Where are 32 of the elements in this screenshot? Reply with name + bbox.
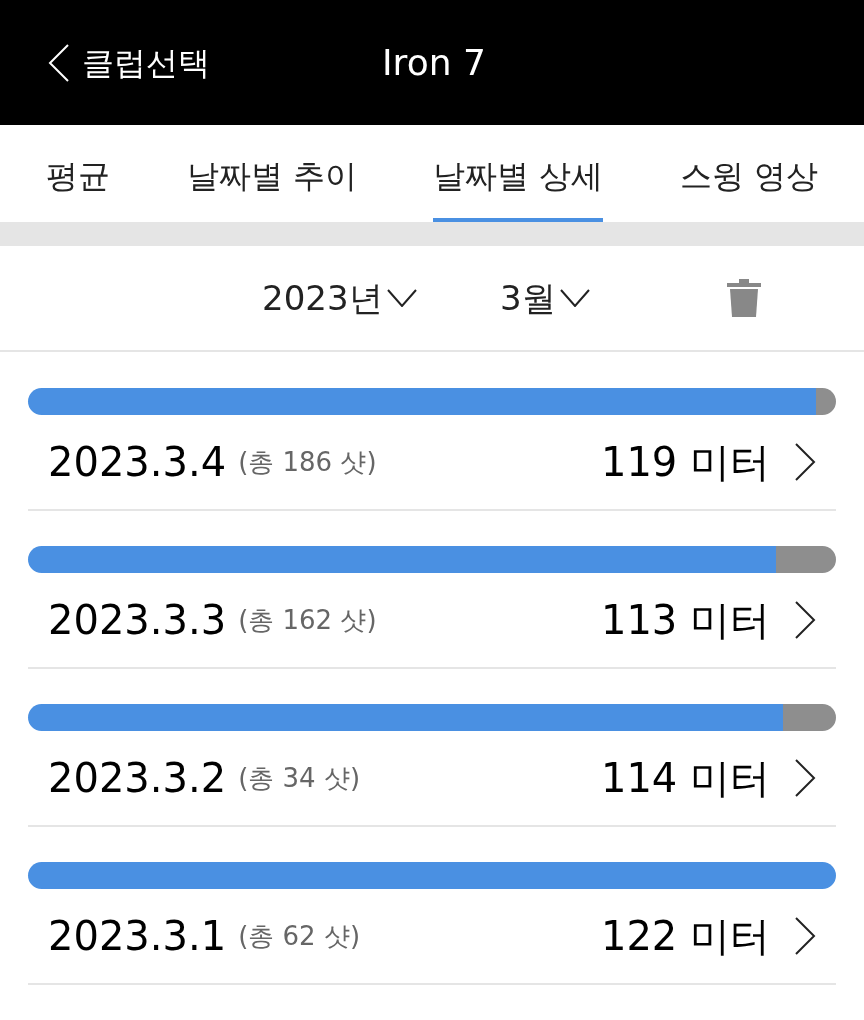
session-date: 2023.3.2 <box>48 754 227 803</box>
session-row[interactable]: 2023.3.3 (총 162 샷) 113 미터 <box>28 573 836 669</box>
distance: 114 미터 <box>600 754 770 803</box>
distance: 113 미터 <box>600 596 770 645</box>
chevron-right-icon <box>794 442 816 482</box>
year-dropdown[interactable]: 2023년 <box>262 272 417 324</box>
back-icon <box>48 42 70 83</box>
tab[interactable]: 평균 <box>46 125 111 222</box>
chevron-right-icon <box>794 600 816 640</box>
progress-remainder <box>815 388 836 415</box>
tab[interactable]: 스윙 영상 <box>679 125 818 222</box>
session-date: 2023.3.1 <box>48 912 227 961</box>
window-title: Iron 7 <box>382 40 486 85</box>
session-date: 2023.3.3 <box>48 596 227 645</box>
session-row[interactable]: 2023.3.2 (총 34 샷) 114 미터 <box>28 731 836 827</box>
distance: 119 미터 <box>600 438 770 487</box>
dropdown-icon <box>559 289 590 307</box>
session-row[interactable]: 2023.3.1 (총 62 샷) 122 미터 <box>28 889 836 985</box>
chevron-right-icon <box>794 758 816 798</box>
distance: 122 미터 <box>600 912 770 961</box>
trash-icon[interactable] <box>727 279 761 317</box>
chevron-right-icon <box>794 916 816 956</box>
session-row[interactable]: 2023.3.4 (총 186 샷) 119 미터 <box>28 415 836 511</box>
back-button[interactable]: 클럽선택 <box>0 38 210 87</box>
session-date: 2023.3.4 <box>48 438 227 487</box>
shot-count: (총 162 샷) <box>238 603 377 637</box>
tab[interactable]: 날짜별 추이 <box>186 125 357 222</box>
dropdown-icon <box>386 289 417 307</box>
month-dropdown[interactable]: 3월 <box>500 272 590 324</box>
shot-count: (총 34 샷) <box>238 761 361 795</box>
shot-count: (총 186 샷) <box>238 445 377 479</box>
shot-count: (총 62 샷) <box>238 919 361 953</box>
